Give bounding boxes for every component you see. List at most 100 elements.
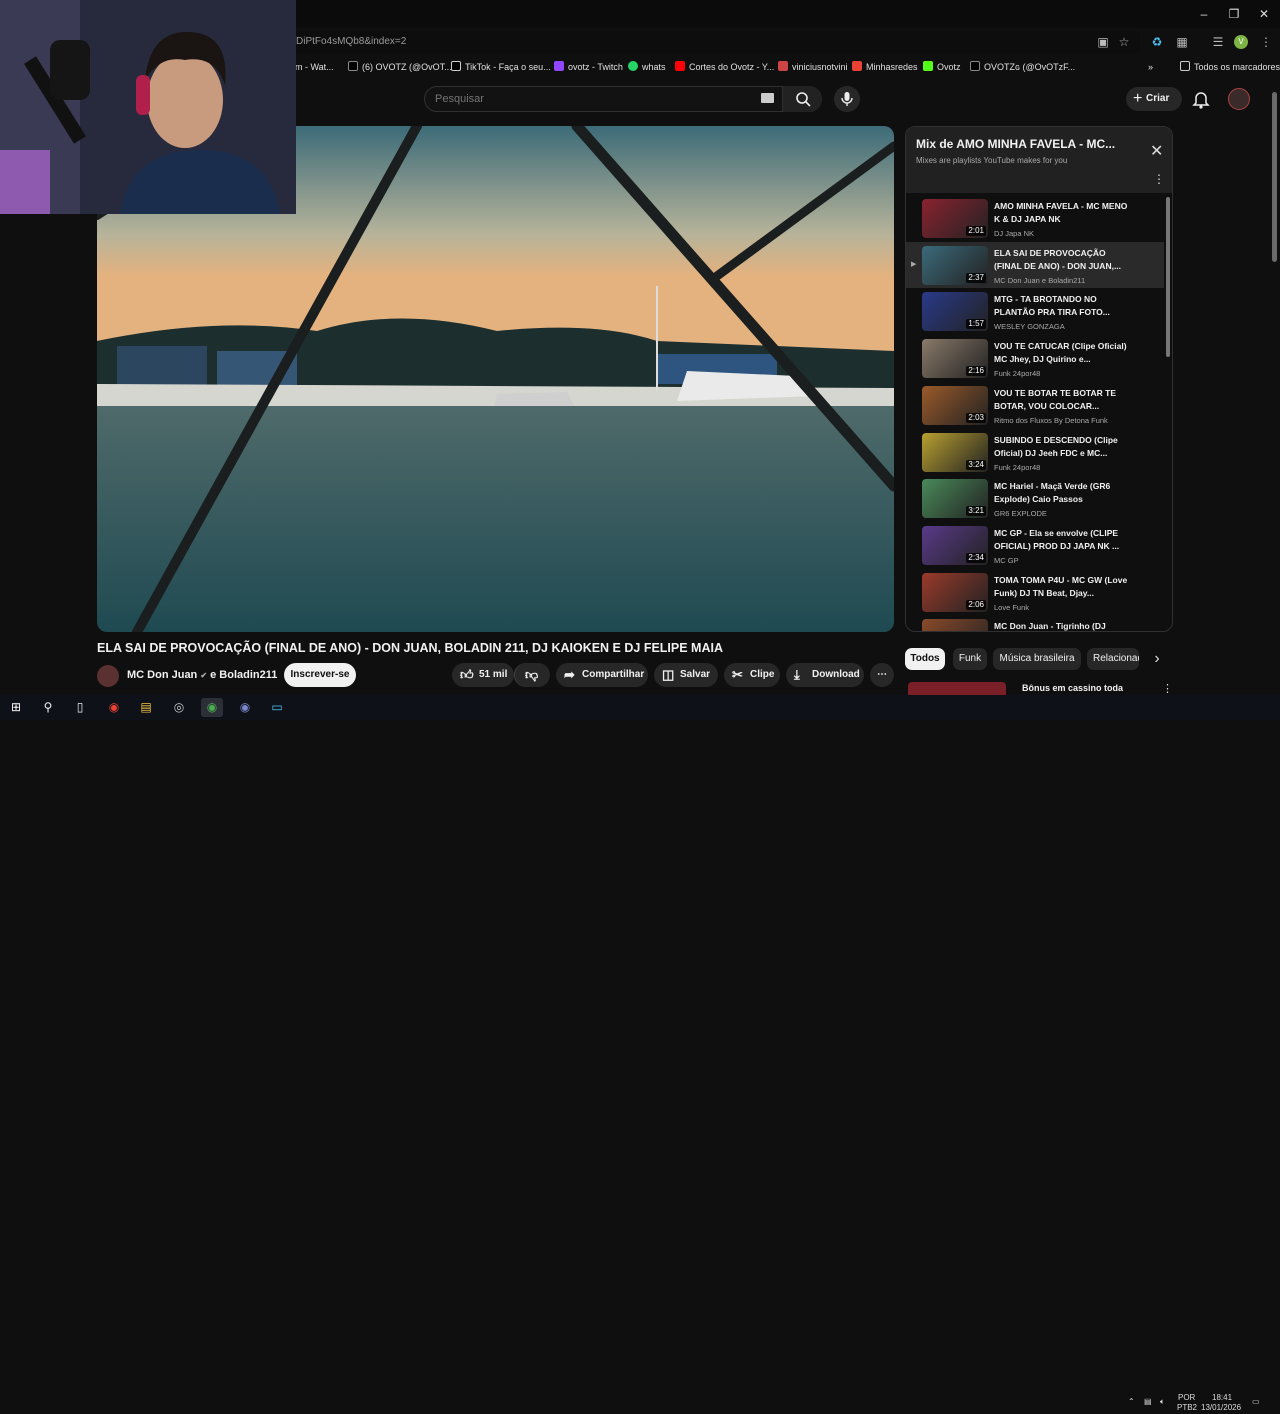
playlist-item-channel: WESLEY GONZAGA xyxy=(994,322,1065,332)
bookmark-item[interactable]: whats xyxy=(628,58,666,76)
tab-search-icon[interactable]: ☰ xyxy=(1210,35,1226,49)
playlist-item-channel: GR6 EXPLODE xyxy=(994,509,1047,519)
voice-search-button[interactable] xyxy=(834,86,860,112)
address-bar[interactable]: DiPtFo4sMQb8&index=2 xyxy=(290,31,1140,53)
playlist-item-thumbnail[interactable]: 3:24 xyxy=(922,432,988,472)
notifications-icon[interactable]: ▭ xyxy=(1252,1397,1260,1406)
playlist-item[interactable]: 2:03 VOU TE BOTAR TE BOTAR TE BOTAR, VOU … xyxy=(906,382,1164,428)
suggestion-menu-icon[interactable]: ⋮ xyxy=(1162,682,1173,695)
playlist-item[interactable]: 3:21 MC Hariel - Maçã Verde (GR6 Explode)… xyxy=(906,475,1164,521)
bookmark-item[interactable]: Cortes do Ovotz - Y... xyxy=(675,58,774,76)
download-button[interactable]: ⤓ Download xyxy=(786,663,864,687)
playlist-item-thumbnail[interactable]: 2:06 xyxy=(922,572,988,612)
bookmark-star-icon[interactable]: ☆ xyxy=(1116,35,1132,49)
bookmark-icon: ◫ xyxy=(662,667,675,682)
tray-chevron-icon[interactable]: ⌃ xyxy=(1128,1397,1135,1406)
playlist-header: Mix de AMO MINHA FAVELA - MC... Mixes ar… xyxy=(906,127,1172,193)
x-icon xyxy=(970,61,980,71)
obs-icon[interactable]: ◎ xyxy=(168,698,190,717)
channel-name[interactable]: MC Don Juan ✔ e Boladin211 xyxy=(127,669,277,681)
account-avatar[interactable] xyxy=(1228,88,1250,110)
extension-icon[interactable]: ♻ xyxy=(1149,35,1165,49)
bookmark-item[interactable]: Ovotz xyxy=(923,58,961,76)
playlist-subtitle: Mixes are playlists YouTube makes for yo… xyxy=(916,156,1068,165)
playlist-item-thumbnail[interactable]: 2:37 xyxy=(922,245,988,285)
playlist-item-thumbnail[interactable]: 3:21 xyxy=(922,479,988,519)
browser-menu-icon[interactable]: ⋮ xyxy=(1258,35,1274,49)
close-window-icon[interactable]: ✕ xyxy=(1256,6,1272,22)
playlist-item-thumbnail[interactable]: 1:57 xyxy=(922,292,988,332)
playlist-item-title: VOU TE CATUCAR (Clipe Oficial) MC Jhey, … xyxy=(994,341,1127,365)
windows-start-icon[interactable]: ⊞ xyxy=(5,698,27,717)
chip-funk[interactable]: Funk xyxy=(953,648,987,670)
discord-icon[interactable]: ◉ xyxy=(234,698,256,717)
more-bookmarks-icon[interactable]: » xyxy=(1148,58,1153,76)
playlist-item[interactable]: ▶ 2:37 ELA SAI DE PROVOCAÇÃO (FINAL DE ANO… xyxy=(906,241,1164,288)
playlist-item-channel: Funk 24por48 xyxy=(994,462,1041,472)
suggestion-title[interactable]: Bônus em cassino toda xyxy=(1022,683,1123,693)
keyboard-icon[interactable] xyxy=(761,93,774,103)
chip-related[interactable]: Relacionados xyxy=(1087,648,1139,670)
chevron-right-icon[interactable]: › xyxy=(1148,648,1166,670)
more-actions-icon[interactable]: ⋯ xyxy=(870,663,894,687)
page-scrollbar[interactable] xyxy=(1272,92,1277,262)
network-icon[interactable]: ▤ xyxy=(1144,1397,1152,1406)
chrome-icon[interactable]: ◉ xyxy=(103,698,125,717)
bookmark-item[interactable]: OVOTZɢ (@OvOTzF... xyxy=(970,58,1075,76)
volume-icon[interactable]: 🔈︎ xyxy=(1160,1397,1165,1407)
bookmark-item[interactable]: Minhasredes xyxy=(852,58,918,76)
search-button[interactable] xyxy=(782,86,822,112)
task-view-icon[interactable]: ▯ xyxy=(69,698,91,717)
extensions-puzzle-icon[interactable]: ▦ xyxy=(1174,35,1190,49)
duration-badge: 3:24 xyxy=(966,459,986,470)
search-input[interactable] xyxy=(435,87,755,111)
close-playlist-icon[interactable]: ✕ xyxy=(1150,141,1163,161)
create-button[interactable]: + Criar xyxy=(1126,87,1182,111)
install-app-icon[interactable]: ▣ xyxy=(1095,35,1111,49)
twitch-icon xyxy=(554,61,564,71)
plus-icon: + xyxy=(1133,90,1143,107)
bookmark-item[interactable]: ovotz - Twitch xyxy=(554,58,623,76)
bookmark-item[interactable]: viniciusnotvini xyxy=(778,58,848,76)
playlist-item-thumbnail[interactable]: 2:16 xyxy=(922,339,988,379)
bookmark-icon xyxy=(778,61,788,71)
duration-badge: 1:57 xyxy=(966,319,986,330)
bookmark-item[interactable]: am - Wat... xyxy=(290,58,334,76)
playlist-item-thumbnail[interactable] xyxy=(922,619,988,631)
clip-button[interactable]: ✂ Clipe xyxy=(724,663,780,687)
minimize-icon[interactable]: – xyxy=(1196,6,1212,22)
like-button[interactable]: 👍︎ 51 mil xyxy=(452,663,514,687)
app-icon[interactable]: ▭ xyxy=(266,698,288,717)
search-icon[interactable]: ⚲ xyxy=(37,698,59,717)
bookmark-item[interactable]: (6) OVOTZ (@OvOT... xyxy=(348,58,452,76)
windows-taskbar: ⊞ ⚲ ▯ ◉ ▤ ◎ ◉ ◉ ▭ ⌃ ▤ 🔈︎ POR PTB2 18:41 … xyxy=(0,695,1280,1412)
notifications-button[interactable] xyxy=(1192,89,1210,114)
playlist-item-thumbnail[interactable]: 2:01 xyxy=(922,199,988,238)
restore-icon[interactable]: ❐ xyxy=(1226,6,1242,22)
profile-avatar[interactable]: V xyxy=(1234,35,1248,49)
subscribe-button[interactable]: Inscrever-se xyxy=(284,663,356,687)
playlist-item[interactable]: 2:16 VOU TE CATUCAR (Clipe Oficial) MC Jh… xyxy=(906,335,1164,381)
playlist-item[interactable]: 3:24 SUBINDO E DESCENDO (Clipe Oficial) D… xyxy=(906,429,1164,475)
playlist-menu-icon[interactable]: ⋮ xyxy=(1153,172,1165,186)
chip-all[interactable]: Todos xyxy=(905,648,945,670)
channel-avatar[interactable] xyxy=(97,665,119,687)
playlist-item-thumbnail[interactable]: 2:03 xyxy=(922,385,988,425)
playlist-item[interactable]: 2:06 TOMA TOMA P4U - MC GW (Love Funk) DJ… xyxy=(906,569,1164,615)
bookmark-item[interactable]: TikTok - Faça o seu... xyxy=(451,58,551,76)
playlist-item-thumbnail[interactable]: 2:34 xyxy=(922,525,988,565)
playlist-item[interactable]: MC Don Juan - Tigrinho (DJ xyxy=(906,615,1164,631)
save-button[interactable]: ◫ Salvar xyxy=(654,663,718,687)
share-button[interactable]: ➦ Compartilhar xyxy=(556,663,648,687)
playlist-item[interactable]: 1:57 MTG - TA BROTANDO NO PLANTÃO PRA TIR… xyxy=(906,288,1164,334)
search-icon xyxy=(796,92,811,107)
file-explorer-icon[interactable]: ▤ xyxy=(135,698,157,717)
playlist-item[interactable]: 2:01 AMO MINHA FAVELA - MC MENO K & DJ JA… xyxy=(906,195,1164,241)
duration-badge: 2:06 xyxy=(966,599,986,610)
dislike-button[interactable]: 👎︎ xyxy=(514,663,550,687)
chip-brazilian-music[interactable]: Música brasileira xyxy=(993,648,1081,670)
playlist-title[interactable]: Mix de AMO MINHA FAVELA - MC... xyxy=(916,137,1115,151)
playlist-item[interactable]: 2:34 MC GP - Ela se envolve (CLIPE OFICIA… xyxy=(906,522,1164,568)
chrome-active-icon[interactable]: ◉ xyxy=(201,698,223,717)
bookmarks-folder[interactable]: Todos os marcadores xyxy=(1180,58,1280,76)
